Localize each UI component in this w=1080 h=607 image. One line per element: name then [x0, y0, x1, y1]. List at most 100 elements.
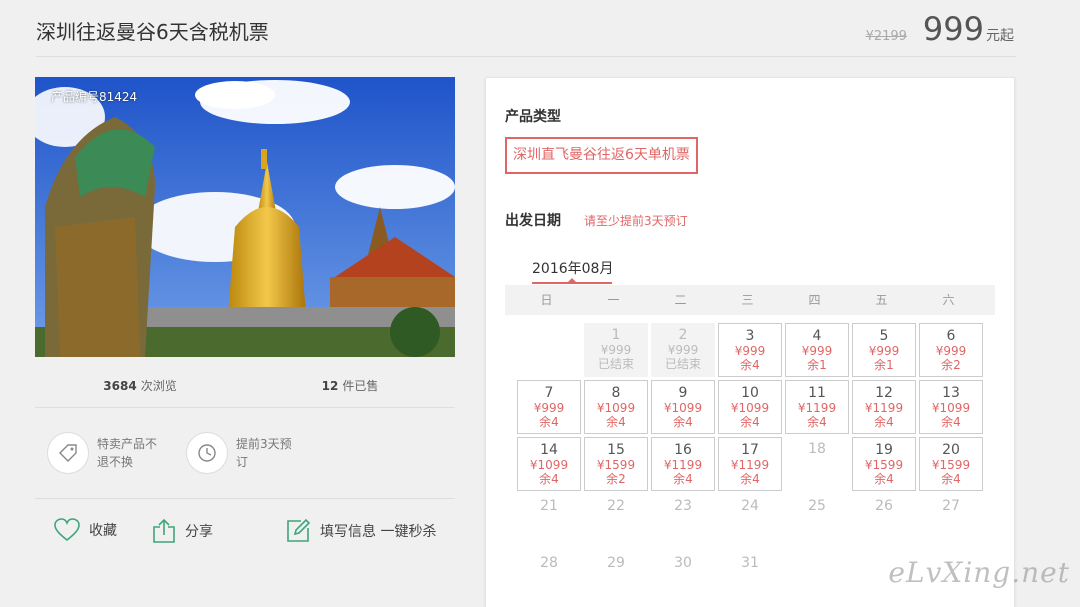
day-number: 11 — [808, 385, 826, 401]
day-status: 余4 — [539, 472, 559, 486]
day-status: 余4 — [740, 472, 760, 486]
calendar-day-18: 18 — [785, 437, 849, 491]
calendar-day-3[interactable]: 3 ¥999 余4 — [718, 323, 782, 377]
day-price: ¥1199 — [663, 458, 703, 472]
calendar-day-17[interactable]: 17 ¥1199 余4 — [718, 437, 782, 491]
day-status: 余4 — [941, 472, 961, 486]
calendar-day-19[interactable]: 19 ¥1599 余4 — [852, 437, 916, 491]
day-number: 29 — [607, 555, 625, 571]
calendar-day-30: 30 — [651, 551, 715, 605]
day-number: 21 — [540, 498, 558, 514]
day-number: 23 — [674, 498, 692, 514]
calendar-day-23: 23 — [651, 494, 715, 548]
original-price: ¥2199 — [865, 29, 907, 44]
views-label: 次浏览 — [140, 379, 177, 393]
header-divider — [36, 56, 1016, 57]
calendar-day-14[interactable]: 14 ¥1099 余4 — [517, 437, 581, 491]
day-status: 余1 — [874, 358, 894, 372]
calendar-day-16[interactable]: 16 ¥1199 余4 — [651, 437, 715, 491]
day-price: ¥1199 — [730, 458, 770, 472]
share-button[interactable]: 分享 — [152, 518, 213, 544]
fill-info-button[interactable]: 填写信息 一键秒杀 — [286, 518, 436, 543]
day-number: 24 — [741, 498, 759, 514]
day-price: ¥1199 — [797, 401, 837, 415]
day-price: ¥1199 — [864, 401, 904, 415]
product-image: 产品编号81424 — [35, 77, 455, 357]
day-price: ¥1599 — [931, 458, 971, 472]
day-price: ¥999 — [868, 344, 900, 358]
day-price: ¥1099 — [730, 401, 770, 415]
favorite-button[interactable]: 收藏 — [54, 518, 117, 542]
feature-text: 提前3天预订 — [236, 437, 292, 469]
product-stats: 3684 次浏览 12 件已售 — [35, 368, 455, 408]
day-number: 1 — [611, 327, 621, 343]
day-number: 18 — [808, 441, 826, 457]
day-number: 4 — [812, 328, 822, 344]
day-price: ¥999 — [533, 401, 565, 415]
share-icon — [153, 518, 175, 543]
day-number: 9 — [678, 385, 688, 401]
day-status: 余4 — [673, 415, 693, 429]
calendar-day-20[interactable]: 20 ¥1599 余4 — [919, 437, 983, 491]
favorite-label: 收藏 — [89, 523, 117, 539]
watermark: eLvXing.net — [888, 556, 1070, 589]
sold-stat: 12 件已售 — [245, 368, 455, 407]
calendar-day-6[interactable]: 6 ¥999 余2 — [919, 323, 983, 377]
day-number: 16 — [674, 442, 692, 458]
calendar-day-10[interactable]: 10 ¥1099 余4 — [718, 380, 782, 434]
calendar-day-13[interactable]: 13 ¥1099 余4 — [919, 380, 983, 434]
month-tab[interactable]: 2016年08月 — [532, 258, 613, 278]
calendar-day-22: 22 — [584, 494, 648, 548]
feature-text: 特卖产品不退不换 — [97, 437, 158, 469]
day-status: 已结束 — [664, 357, 701, 371]
day-number: 25 — [808, 498, 826, 514]
calendar-day-4[interactable]: 4 ¥999 余1 — [785, 323, 849, 377]
weekday-label: 一 — [607, 293, 620, 307]
edit-icon — [287, 518, 311, 542]
day-price: ¥999 — [935, 344, 967, 358]
day-number: 19 — [875, 442, 893, 458]
day-status: 余4 — [941, 415, 961, 429]
calendar-day-11[interactable]: 11 ¥1199 余4 — [785, 380, 849, 434]
day-status: 已结束 — [597, 357, 634, 371]
day-status: 余4 — [874, 415, 894, 429]
product-type-option[interactable]: 深圳直飞曼谷往返6天单机票 — [505, 137, 698, 174]
day-status: 余4 — [807, 415, 827, 429]
product-number: 产品编号81424 — [51, 90, 138, 104]
calendar-day-2: 2 ¥999 已结束 — [651, 323, 715, 377]
price-unit: 元起 — [986, 28, 1014, 44]
calendar-day-24: 24 — [718, 494, 782, 548]
month-caret-icon — [568, 278, 576, 282]
day-number: 26 — [875, 498, 893, 514]
day-number: 13 — [942, 385, 960, 401]
feature-advance-booking: 提前3天预订 — [186, 432, 300, 474]
day-price: ¥999 — [667, 343, 699, 357]
day-price: ¥999 — [801, 344, 833, 358]
weekday-header: 日 一 二 三 四 五 六 — [505, 285, 995, 315]
share-label: 分享 — [185, 524, 213, 540]
day-number: 8 — [611, 385, 621, 401]
calendar-day-7[interactable]: 7 ¥999 余4 — [517, 380, 581, 434]
calendar-day-31: 31 — [718, 551, 782, 605]
day-number: 22 — [607, 498, 625, 514]
calendar-day-27: 27 — [919, 494, 983, 548]
views-count: 3684 — [103, 379, 137, 393]
sold-count: 12 — [321, 379, 339, 393]
day-number: 15 — [607, 442, 625, 458]
calendar-day-21: 21 — [517, 494, 581, 548]
heart-icon — [54, 518, 80, 542]
product-type-label: 产品类型 — [505, 109, 561, 125]
calendar-day-8[interactable]: 8 ¥1099 余4 — [584, 380, 648, 434]
calendar-day-9[interactable]: 9 ¥1099 余4 — [651, 380, 715, 434]
day-price: ¥999 — [600, 343, 632, 357]
day-price: ¥999 — [734, 344, 766, 358]
clock-icon — [186, 432, 228, 474]
day-price: ¥1599 — [864, 458, 904, 472]
day-number: 14 — [540, 442, 558, 458]
calendar-day-12[interactable]: 12 ¥1199 余4 — [852, 380, 916, 434]
day-status: 余2 — [941, 358, 961, 372]
day-number: 20 — [942, 442, 960, 458]
calendar-day-5[interactable]: 5 ¥999 余1 — [852, 323, 916, 377]
calendar-day-15[interactable]: 15 ¥1599 余2 — [584, 437, 648, 491]
weekday-label: 三 — [741, 293, 754, 307]
